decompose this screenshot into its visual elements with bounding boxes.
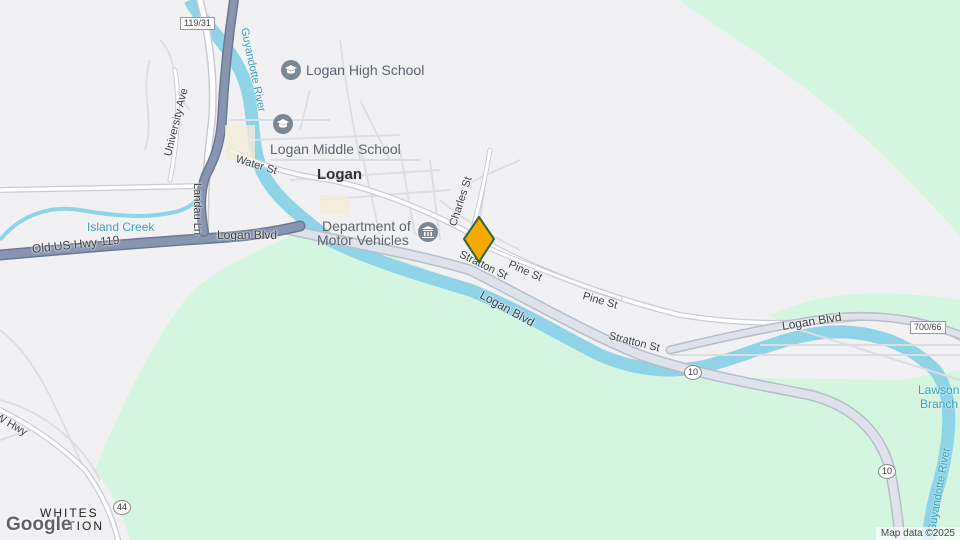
- route-shield-700-66: 700/66: [910, 321, 946, 334]
- map-attribution[interactable]: Map data ©2025: [875, 527, 960, 540]
- government-building-icon[interactable]: [418, 222, 438, 242]
- water-label-lawson-branch-1: Lawson: [918, 383, 960, 397]
- water-label-lawson-branch-2: Branch: [920, 397, 959, 411]
- google-logo: Google: [6, 514, 72, 535]
- route-shield-44: 44: [113, 500, 131, 515]
- city-label[interactable]: Logan: [317, 166, 362, 183]
- school-icon[interactable]: [273, 114, 293, 134]
- school-icon[interactable]: [281, 60, 301, 80]
- location-marker-icon[interactable]: [462, 216, 496, 264]
- route-shield-10: 10: [878, 464, 896, 479]
- street-label-landau-ln: Landau Ln: [191, 183, 203, 235]
- route-shield-10: 10: [684, 365, 702, 380]
- water-label-island-creek: Island Creek: [87, 220, 155, 234]
- poi-logan-high-school[interactable]: Logan High School: [306, 62, 424, 78]
- poi-dmv-line2[interactable]: Motor Vehicles: [317, 232, 409, 248]
- poi-logan-middle-school[interactable]: Logan Middle School: [270, 141, 401, 157]
- map-canvas[interactable]: Logan High School Logan Middle School De…: [0, 0, 960, 540]
- street-label-logan-blvd-west: Logan Blvd: [217, 228, 278, 242]
- route-shield-119-31: 119/31: [180, 17, 215, 30]
